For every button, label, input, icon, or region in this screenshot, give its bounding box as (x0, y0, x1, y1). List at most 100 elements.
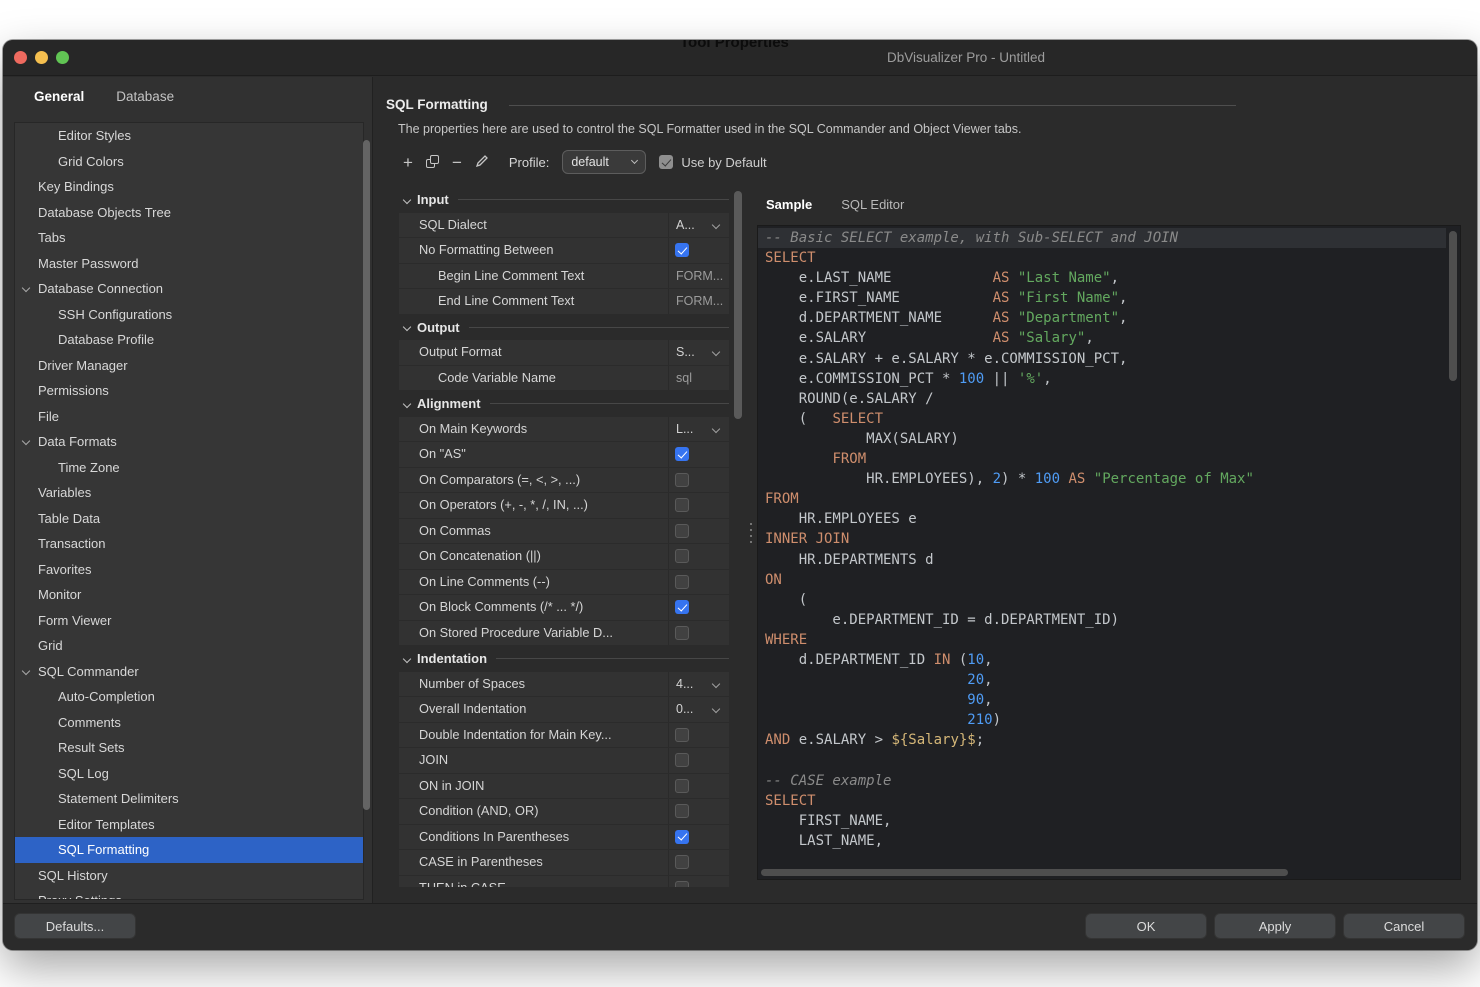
setting-row-case-in-parentheses[interactable]: CASE in Parentheses (399, 850, 729, 875)
tree-item-favorites[interactable]: Favorites (15, 557, 363, 583)
chevron-down-icon[interactable] (712, 679, 720, 687)
apply-button[interactable]: Apply (1214, 913, 1336, 939)
profile-select[interactable]: default (562, 150, 646, 174)
setting-row-number-of-spaces[interactable]: Number of Spaces4... (399, 672, 729, 697)
section-header-alignment[interactable]: Alignment (399, 391, 729, 417)
remove-profile-button[interactable]: − (452, 154, 462, 171)
close-button[interactable] (14, 51, 27, 64)
split-handle[interactable] (747, 517, 755, 549)
code-horizontal-scrollbar-thumb[interactable] (761, 869, 1288, 876)
add-profile-button[interactable]: + (403, 154, 413, 171)
chevron-down-icon[interactable] (403, 323, 411, 331)
tree-item-permissions[interactable]: Permissions (15, 378, 363, 404)
tree-item-data-formats[interactable]: Data Formats (15, 429, 363, 455)
setting-row-on-stored-procedure-variable-d[interactable]: On Stored Procedure Variable D... (399, 621, 729, 646)
chevron-down-icon[interactable] (22, 284, 30, 292)
chevron-down-icon[interactable] (712, 424, 720, 432)
checkbox-then-in-case[interactable] (675, 881, 689, 888)
tree-scrollbar-thumb[interactable] (363, 140, 370, 810)
chevron-down-icon[interactable] (403, 400, 411, 408)
chevron-down-icon[interactable] (403, 196, 411, 204)
cancel-button[interactable]: Cancel (1343, 913, 1465, 939)
checkbox-condition-and-or[interactable] (675, 804, 689, 818)
setting-row-on-concatenation[interactable]: On Concatenation (||) (399, 544, 729, 569)
tree-item-grid-colors[interactable]: Grid Colors (15, 149, 363, 175)
setting-row-on-main-keywords[interactable]: On Main KeywordsL... (399, 417, 729, 442)
settings-scrollbar-thumb[interactable] (734, 191, 742, 419)
tree-item-grid[interactable]: Grid (15, 633, 363, 659)
tree-item-time-zone[interactable]: Time Zone (15, 455, 363, 481)
tree-item-tabs[interactable]: Tabs (15, 225, 363, 251)
setting-row-then-in-case[interactable]: THEN in CASE (399, 876, 729, 888)
defaults-button[interactable]: Defaults... (14, 913, 136, 939)
tree-item-database-objects-tree[interactable]: Database Objects Tree (15, 200, 363, 226)
use-by-default-checkbox[interactable] (659, 155, 673, 169)
section-header-input[interactable]: Input (399, 187, 729, 213)
checkbox-on-stored-procedure-variable-d[interactable] (675, 626, 689, 640)
chevron-down-icon[interactable] (403, 655, 411, 663)
checkbox-case-in-parentheses[interactable] (675, 855, 689, 869)
setting-row-output-format[interactable]: Output FormatS... (399, 340, 729, 365)
setting-row-on-commas[interactable]: On Commas (399, 519, 729, 544)
zoom-button[interactable] (56, 51, 69, 64)
checkbox-on-line-comments[interactable] (675, 575, 689, 589)
checkbox-on-concatenation[interactable] (675, 549, 689, 563)
checkbox-on-operators-in[interactable] (675, 498, 689, 512)
tree-item-sql-formatting[interactable]: SQL Formatting (15, 837, 363, 863)
edit-profile-button[interactable] (475, 154, 489, 171)
tree-item-monitor[interactable]: Monitor (15, 582, 363, 608)
setting-row-begin-line-comment-text[interactable]: Begin Line Comment TextFORM... (399, 264, 729, 289)
checkbox-conditions-in-parentheses[interactable] (675, 830, 689, 844)
tree-item-transaction[interactable]: Transaction (15, 531, 363, 557)
chevron-down-icon[interactable] (712, 220, 720, 228)
chevron-down-icon[interactable] (712, 348, 720, 356)
tab-general[interactable]: General (34, 89, 84, 104)
tree-item-variables[interactable]: Variables (15, 480, 363, 506)
setting-row-sql-dialect[interactable]: SQL DialectA... (399, 213, 729, 238)
checkbox-no-formatting-between[interactable] (675, 243, 689, 257)
tab-sql-editor[interactable]: SQL Editor (841, 197, 904, 212)
checkbox-on-in-join[interactable] (675, 779, 689, 793)
checkbox-join[interactable] (675, 753, 689, 767)
tree-item-editor-templates[interactable]: Editor Templates (15, 812, 363, 838)
setting-row-no-formatting-between[interactable]: No Formatting Between (399, 238, 729, 263)
setting-row-condition-and-or[interactable]: Condition (AND, OR) (399, 799, 729, 824)
setting-row-on-in-join[interactable]: ON in JOIN (399, 774, 729, 799)
tree-item-database-connection[interactable]: Database Connection (15, 276, 363, 302)
tree-item-sql-commander[interactable]: SQL Commander (15, 659, 363, 685)
setting-row-join[interactable]: JOIN (399, 748, 729, 773)
setting-row-on-comparators[interactable]: On Comparators (=, <, >, ...) (399, 468, 729, 493)
setting-row-overall-indentation[interactable]: Overall Indentation0... (399, 697, 729, 722)
tree-item-comments[interactable]: Comments (15, 710, 363, 736)
setting-row-end-line-comment-text[interactable]: End Line Comment TextFORM... (399, 289, 729, 314)
tree-item-sql-log[interactable]: SQL Log (15, 761, 363, 787)
tree-item-proxy-settings[interactable]: Proxy Settings (15, 888, 363, 900)
tab-database[interactable]: Database (116, 89, 174, 104)
tree-item-database-profile[interactable]: Database Profile (15, 327, 363, 353)
ok-button[interactable]: OK (1085, 913, 1207, 939)
tree-item-result-sets[interactable]: Result Sets (15, 735, 363, 761)
tree-item-statement-delimiters[interactable]: Statement Delimiters (15, 786, 363, 812)
setting-row-code-variable-name[interactable]: Code Variable Namesql (399, 366, 729, 391)
tree-item-form-viewer[interactable]: Form Viewer (15, 608, 363, 634)
checkbox-on-comparators[interactable] (675, 473, 689, 487)
chevron-down-icon[interactable] (22, 437, 30, 445)
minimize-button[interactable] (35, 51, 48, 64)
duplicate-profile-button[interactable] (426, 154, 439, 171)
section-header-indentation[interactable]: Indentation (399, 646, 729, 672)
tree-item-table-data[interactable]: Table Data (15, 506, 363, 532)
setting-row-on-operators-in[interactable]: On Operators (+, -, *, /, IN, ...) (399, 493, 729, 518)
tab-sample[interactable]: Sample (766, 197, 812, 212)
tree-item-key-bindings[interactable]: Key Bindings (15, 174, 363, 200)
checkbox-on-block-comments[interactable] (675, 600, 689, 614)
setting-row-on-line-comments[interactable]: On Line Comments (--) (399, 570, 729, 595)
tree-item-editor-styles[interactable]: Editor Styles (15, 123, 363, 149)
section-header-output[interactable]: Output (399, 315, 729, 341)
tree-item-ssh-configurations[interactable]: SSH Configurations (15, 302, 363, 328)
setting-row-on-block-comments[interactable]: On Block Comments (/* ... */) (399, 595, 729, 620)
tree-item-sql-history[interactable]: SQL History (15, 863, 363, 889)
tree-item-master-password[interactable]: Master Password (15, 251, 363, 277)
chevron-down-icon[interactable] (712, 705, 720, 713)
setting-row-on-as[interactable]: On "AS" (399, 442, 729, 467)
tree-item-driver-manager[interactable]: Driver Manager (15, 353, 363, 379)
